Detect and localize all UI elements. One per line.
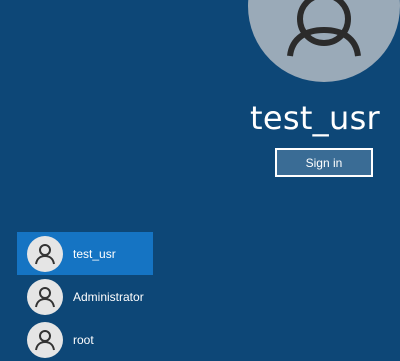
- user-item-root[interactable]: root: [17, 318, 153, 361]
- user-item-administrator[interactable]: Administrator: [17, 275, 153, 318]
- selected-username: test_usr: [250, 99, 380, 137]
- user-icon: [35, 243, 55, 264]
- sign-in-button[interactable]: Sign in: [275, 148, 373, 177]
- user-icon: [35, 329, 55, 350]
- user-avatar: [27, 321, 63, 358]
- user-avatar: [27, 235, 63, 272]
- user-item-label: Administrator: [73, 289, 144, 304]
- user-item-label: test_usr: [73, 246, 116, 261]
- user-item-test-usr[interactable]: test_usr: [17, 232, 153, 275]
- user-item-label: root: [73, 332, 94, 347]
- user-silhouette-icon: [287, 0, 361, 57]
- user-icon: [35, 286, 55, 307]
- selected-user-avatar: [248, 0, 400, 82]
- user-avatar: [27, 278, 63, 315]
- user-list: test_usr Administrator root: [17, 232, 153, 361]
